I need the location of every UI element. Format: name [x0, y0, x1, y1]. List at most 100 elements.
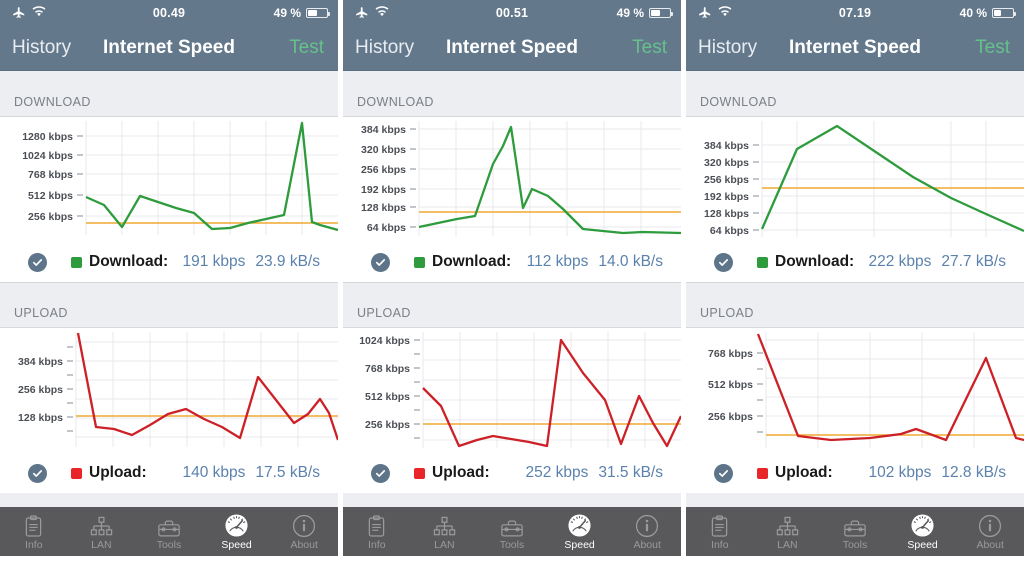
upload-kbs: 12.8 kB/s — [941, 464, 1006, 481]
tab-about-label: About — [976, 538, 1004, 551]
svg-text:384 kbps: 384 kbps — [704, 140, 749, 152]
tab-info-label: Info — [368, 538, 386, 551]
upload-section-label: UPLOAD — [700, 306, 754, 320]
download-section-header: DOWNLOAD — [686, 71, 1024, 117]
tab-tools[interactable]: Tools — [821, 507, 889, 556]
tab-lan[interactable]: LAN — [411, 507, 479, 556]
svg-text:768 kbps: 768 kbps — [365, 363, 410, 375]
svg-text:768 kbps: 768 kbps — [708, 348, 753, 360]
checkmark-icon — [714, 463, 733, 483]
tab-info-label: Info — [711, 538, 729, 551]
status-bar: 00.51 49 % — [343, 0, 681, 26]
tab-lan-label: LAN — [91, 538, 112, 551]
upload-color-swatch — [71, 467, 82, 479]
tab-tools-label: Tools — [842, 538, 868, 551]
download-label: Download: — [89, 253, 169, 270]
tab-speed-label: Speed — [564, 538, 595, 551]
tab-lan-label: LAN — [777, 538, 798, 551]
tab-tools[interactable]: Tools — [478, 507, 546, 556]
download-label: Download: — [432, 253, 512, 270]
tab-lan[interactable]: LAN — [754, 507, 822, 556]
tab-about[interactable]: About — [956, 507, 1024, 556]
tab-tools[interactable]: Tools — [135, 507, 203, 556]
upload-result-row-2: Upload: 252 kbps 31.5 kB/s — [343, 453, 681, 493]
info-circle-icon — [292, 513, 316, 538]
tab-lan[interactable]: LAN — [68, 507, 136, 556]
upload-label: Upload: — [775, 464, 833, 481]
upload-kbps: 252 kbps — [525, 464, 589, 481]
history-button[interactable]: History — [686, 37, 757, 59]
nav-bar: History Internet Speed Test — [343, 26, 681, 71]
download-color-swatch — [414, 256, 425, 268]
svg-text:1024 kbps: 1024 kbps — [22, 150, 73, 162]
download-section-header: DOWNLOAD — [343, 71, 681, 117]
tab-speed[interactable]: Speed — [546, 507, 614, 556]
tab-info-label: Info — [25, 538, 43, 551]
history-button[interactable]: History — [343, 37, 414, 59]
download-label: Download: — [775, 253, 855, 270]
tab-about-label: About — [290, 538, 318, 551]
upload-color-swatch — [757, 467, 768, 479]
tab-bar: Info LAN Tools Speed About — [343, 507, 681, 556]
download-result-row-3: Download: 222 kbps 27.7 kB/s — [686, 242, 1024, 282]
svg-text:768 kbps: 768 kbps — [28, 169, 73, 181]
status-bar-right: 49 % — [274, 6, 338, 20]
tab-speed-label: Speed — [221, 538, 252, 551]
phone-screen-3: 07.19 40 % History Internet Speed Test D… — [686, 0, 1024, 587]
test-button[interactable]: Test — [289, 37, 338, 59]
download-section-label: DOWNLOAD — [700, 95, 777, 109]
svg-text:192 kbps: 192 kbps — [704, 191, 749, 203]
test-button[interactable]: Test — [975, 37, 1024, 59]
tab-info[interactable]: Info — [0, 507, 68, 556]
svg-text:320 kbps: 320 kbps — [704, 157, 749, 169]
status-bar-right: 49 % — [617, 6, 681, 20]
checkmark-icon — [28, 252, 47, 272]
svg-text:384 kbps: 384 kbps — [18, 356, 63, 368]
tabbar-spacer — [686, 493, 1024, 507]
upload-chart-2: 1024 kbps 768 kbps 512 kbps 256 kbps — [343, 328, 681, 453]
svg-text:64 kbps: 64 kbps — [367, 222, 406, 234]
toolbox-icon — [843, 513, 867, 538]
test-button[interactable]: Test — [632, 37, 681, 59]
svg-text:256 kbps: 256 kbps — [18, 384, 63, 396]
battery-percent: 40 % — [959, 6, 987, 20]
tab-info[interactable]: Info — [343, 507, 411, 556]
tab-speed[interactable]: Speed — [889, 507, 957, 556]
battery-percent: 49 % — [273, 6, 301, 20]
svg-text:64 kbps: 64 kbps — [710, 225, 749, 237]
tab-about-label: About — [633, 538, 661, 551]
svg-text:192 kbps: 192 kbps — [361, 184, 406, 196]
svg-text:128 kbps: 128 kbps — [361, 202, 406, 214]
upload-label: Upload: — [89, 464, 147, 481]
svg-text:256 kbps: 256 kbps — [361, 164, 406, 176]
download-kbps: 191 kbps — [182, 253, 246, 270]
upload-label: Upload: — [432, 464, 490, 481]
tab-about[interactable]: About — [270, 507, 338, 556]
tab-lan-label: LAN — [434, 538, 455, 551]
svg-text:128 kbps: 128 kbps — [18, 412, 63, 424]
checkmark-icon — [371, 463, 390, 483]
toolbox-icon — [500, 513, 524, 538]
checkmark-icon — [371, 252, 390, 272]
phone-screen-1: 00.49 49 % History Internet Speed Test D… — [0, 0, 338, 587]
svg-text:1024 kbps: 1024 kbps — [359, 335, 410, 347]
tab-about[interactable]: About — [613, 507, 681, 556]
download-kbps: 222 kbps — [868, 253, 932, 270]
battery-percent: 49 % — [616, 6, 644, 20]
upload-kbps: 102 kbps — [868, 464, 932, 481]
svg-text:512 kbps: 512 kbps — [365, 391, 410, 403]
upload-section-header: UPLOAD — [0, 282, 338, 328]
download-kbs: 27.7 kB/s — [941, 253, 1006, 270]
history-button[interactable]: History — [0, 37, 71, 59]
download-kbs: 14.0 kB/s — [598, 253, 663, 270]
svg-text:384 kbps: 384 kbps — [361, 124, 406, 136]
tab-speed[interactable]: Speed — [203, 507, 271, 556]
tab-info[interactable]: Info — [686, 507, 754, 556]
tab-bar: Info LAN Tools Speed About — [686, 507, 1024, 556]
checkmark-icon — [28, 463, 47, 483]
upload-section-label: UPLOAD — [14, 306, 68, 320]
svg-text:128 kbps: 128 kbps — [704, 208, 749, 220]
status-bar: 00.49 49 % — [0, 0, 338, 26]
download-result-row-2: Download: 112 kbps 14.0 kB/s — [343, 242, 681, 282]
upload-kbps: 140 kbps — [182, 464, 246, 481]
